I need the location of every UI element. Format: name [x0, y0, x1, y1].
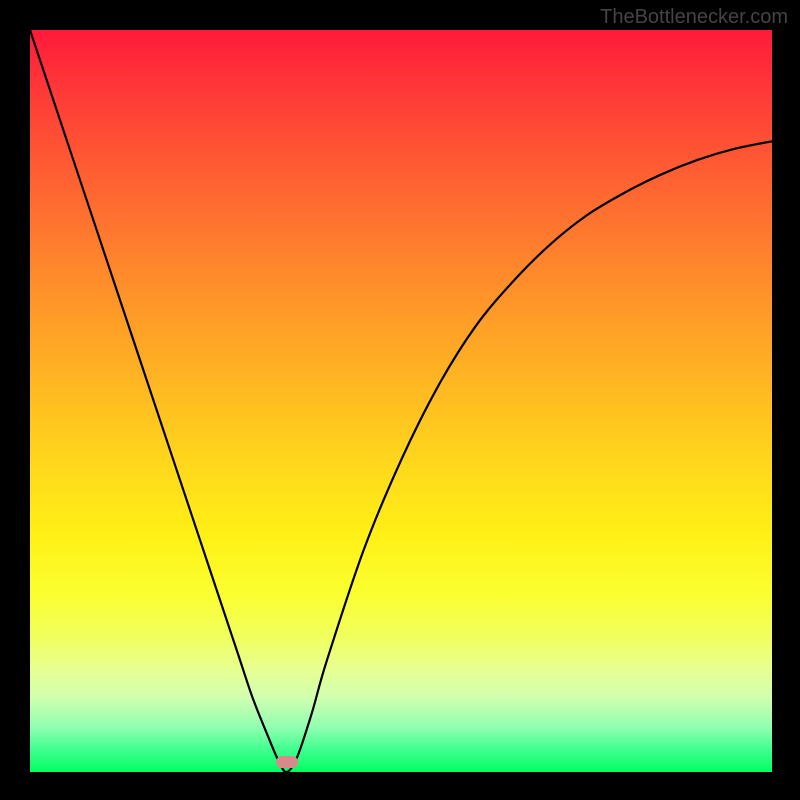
chart-frame: TheBottlenecker.com	[0, 0, 800, 800]
watermark-text: TheBottlenecker.com	[600, 6, 788, 29]
curve-layer	[0, 0, 800, 800]
minimum-marker	[276, 756, 298, 768]
bottleneck-curve	[30, 30, 772, 772]
